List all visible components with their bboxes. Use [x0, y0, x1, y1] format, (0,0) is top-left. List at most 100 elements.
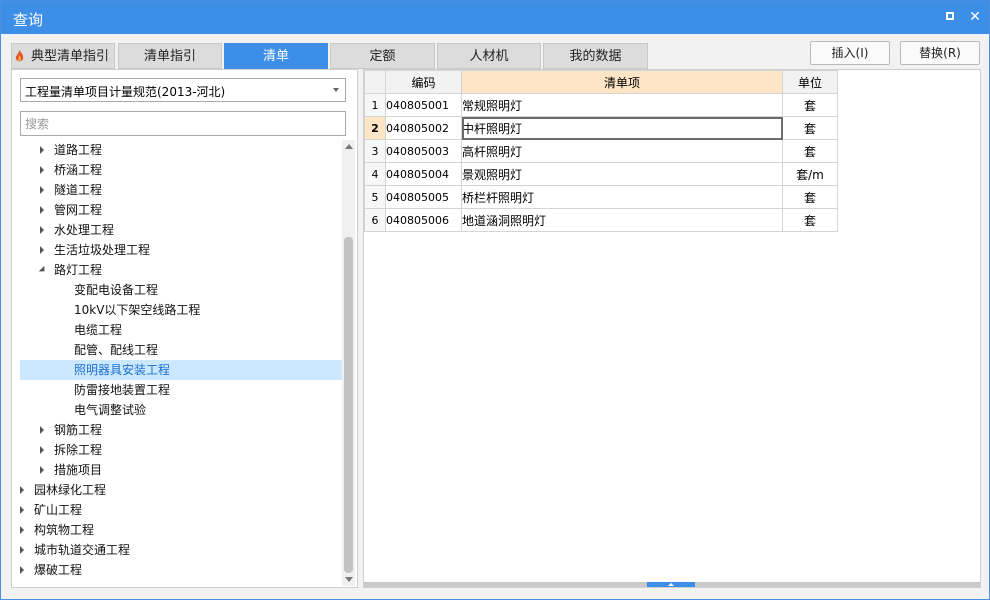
table-row[interactable]: 3 040805003 高杆照明灯套	[364, 139, 838, 163]
chevron-right-icon[interactable]	[40, 466, 44, 474]
cell-unit[interactable]: 套	[782, 185, 838, 209]
chevron-right-icon[interactable]	[20, 566, 24, 574]
tree-item[interactable]: 措施项目	[20, 460, 343, 480]
table-row[interactable]: 4 040805004 景观照明灯 套/m	[364, 162, 838, 186]
tree-item-label: 城市轨道交通工程	[34, 543, 131, 557]
cell-name[interactable]: 中杆照明灯	[461, 116, 783, 140]
tree-item[interactable]: 爆破工程	[20, 560, 343, 580]
tree-item[interactable]: 隧道工程	[20, 180, 343, 200]
cell-name[interactable]: 高杆照明灯	[461, 139, 783, 163]
tree-item[interactable]: 桥涵工程	[20, 160, 343, 180]
tree-item-label: 防雷接地装置工程	[74, 383, 171, 397]
tree-item-label: 变配电设备工程	[74, 283, 159, 297]
table-row[interactable]: 1 040805001 常规照明灯套	[364, 93, 838, 117]
cell-name[interactable]: 常规照明灯	[461, 93, 783, 117]
row-number[interactable]: 1	[364, 93, 386, 117]
tab-quota[interactable]: 定额	[330, 43, 435, 69]
row-number[interactable]: 2	[364, 116, 386, 140]
chevron-right-icon[interactable]	[20, 506, 24, 514]
table-row[interactable]: 6 040805006 地道涵洞照明灯套	[364, 208, 838, 232]
tree-scrollbar[interactable]	[342, 140, 355, 586]
chevron-right-icon[interactable]	[40, 226, 44, 234]
chevron-right-icon[interactable]	[20, 546, 24, 554]
spec-dropdown[interactable]: 工程量清单项目计量规范(2013-河北)	[20, 78, 346, 102]
replace-button[interactable]: 替换(R)	[900, 41, 980, 65]
chevron-right-icon[interactable]	[40, 246, 44, 254]
tree-item[interactable]: 钢筋工程	[20, 420, 343, 440]
tree-item[interactable]: 构筑物工程	[20, 520, 343, 540]
cell-unit[interactable]: 套	[782, 116, 838, 140]
row-number[interactable]: 4	[364, 162, 386, 186]
cell-code[interactable]: 040805002	[385, 116, 462, 140]
chevron-right-icon[interactable]	[40, 446, 44, 454]
column-header-unit[interactable]: 单位	[782, 70, 838, 94]
tab-label: 典型清单指引	[30, 49, 109, 64]
table-row[interactable]: 5 040805005 桥栏杆照明灯套	[364, 185, 838, 209]
tree-item[interactable]: 防雷接地装置工程	[20, 380, 343, 400]
cell-unit[interactable]: 套	[782, 208, 838, 232]
chevron-right-icon[interactable]	[40, 186, 44, 194]
cell-code[interactable]: 040805003	[385, 139, 462, 163]
chevron-down-icon[interactable]	[38, 265, 48, 275]
tab-typical-bill-guide[interactable]: 典型清单指引	[11, 43, 115, 69]
cell-code[interactable]: 040805004	[385, 162, 462, 186]
chevron-right-icon[interactable]	[20, 526, 24, 534]
tab-my-data[interactable]: 我的数据	[543, 43, 648, 69]
cell-unit[interactable]: 套	[782, 139, 838, 163]
tree-item[interactable]: 水处理工程	[20, 220, 343, 240]
column-header-name[interactable]: 清单项	[461, 70, 783, 94]
cell-name[interactable]: 景观照明灯	[461, 162, 783, 186]
tree-item-label: 水处理工程	[54, 223, 115, 237]
chevron-right-icon[interactable]	[40, 426, 44, 434]
tree-item-label: 钢筋工程	[54, 423, 103, 437]
scroll-thumb[interactable]	[344, 237, 353, 573]
grid-horizontal-scrollbar[interactable]	[364, 582, 980, 587]
insert-button[interactable]: 插入(I)	[810, 41, 890, 65]
tab-bill-guide[interactable]: 清单指引	[118, 43, 222, 69]
cell-code[interactable]: 040805001	[385, 93, 462, 117]
title-bar[interactable]: 查询 ✕	[1, 1, 989, 34]
search-input[interactable]	[20, 111, 346, 136]
scroll-up-icon[interactable]	[345, 144, 353, 149]
tree-item[interactable]: 电气调整试验	[20, 400, 343, 420]
tree-item[interactable]: 配管、配线工程	[20, 340, 343, 360]
tree-item[interactable]: 变配电设备工程	[20, 280, 343, 300]
cell-name[interactable]: 地道涵洞照明灯	[461, 208, 783, 232]
tree-item[interactable]: 矿山工程	[20, 500, 343, 520]
tree-item-label: 10kV以下架空线路工程	[74, 303, 201, 317]
table-row[interactable]: 2 040805002 中杆照明灯套	[364, 116, 838, 140]
tree-item[interactable]: 10kV以下架空线路工程	[20, 300, 343, 320]
column-header-code[interactable]: 编码	[385, 70, 462, 94]
tree-item[interactable]: 园林绿化工程	[20, 480, 343, 500]
cell-code[interactable]: 040805005	[385, 185, 462, 209]
tree-item-label: 电气调整试验	[74, 403, 147, 417]
chevron-right-icon[interactable]	[40, 166, 44, 174]
tree-item[interactable]: 照明器具安装工程	[20, 360, 343, 380]
cell-unit[interactable]: 套/m	[782, 162, 838, 186]
tree-item[interactable]: 路灯工程	[20, 260, 343, 280]
chevron-right-icon[interactable]	[40, 206, 44, 214]
tree-item-label: 构筑物工程	[34, 523, 95, 537]
tree-item[interactable]: 管网工程	[20, 200, 343, 220]
tree-item[interactable]: 城市轨道交通工程	[20, 540, 343, 560]
row-number[interactable]: 6	[364, 208, 386, 232]
tree-item[interactable]: 拆除工程	[20, 440, 343, 460]
tree-item-label: 管网工程	[54, 203, 103, 217]
chevron-right-icon[interactable]	[40, 146, 44, 154]
scroll-down-icon[interactable]	[345, 577, 353, 582]
maximize-icon[interactable]	[943, 9, 959, 25]
cell-code[interactable]: 040805006	[385, 208, 462, 232]
cell-unit[interactable]: 套	[782, 93, 838, 117]
tab-labor-material-machine[interactable]: 人材机	[437, 43, 541, 69]
tab-bill[interactable]: 清单	[224, 43, 328, 69]
row-number[interactable]: 5	[364, 185, 386, 209]
flame-icon	[15, 50, 24, 62]
chevron-down-icon	[333, 88, 339, 92]
row-number[interactable]: 3	[364, 139, 386, 163]
tree-item[interactable]: 道路工程	[20, 140, 343, 160]
close-icon[interactable]: ✕	[967, 9, 983, 25]
chevron-right-icon[interactable]	[20, 486, 24, 494]
tree-item[interactable]: 生活垃圾处理工程	[20, 240, 343, 260]
tree-item[interactable]: 电缆工程	[20, 320, 343, 340]
cell-name[interactable]: 桥栏杆照明灯	[461, 185, 783, 209]
